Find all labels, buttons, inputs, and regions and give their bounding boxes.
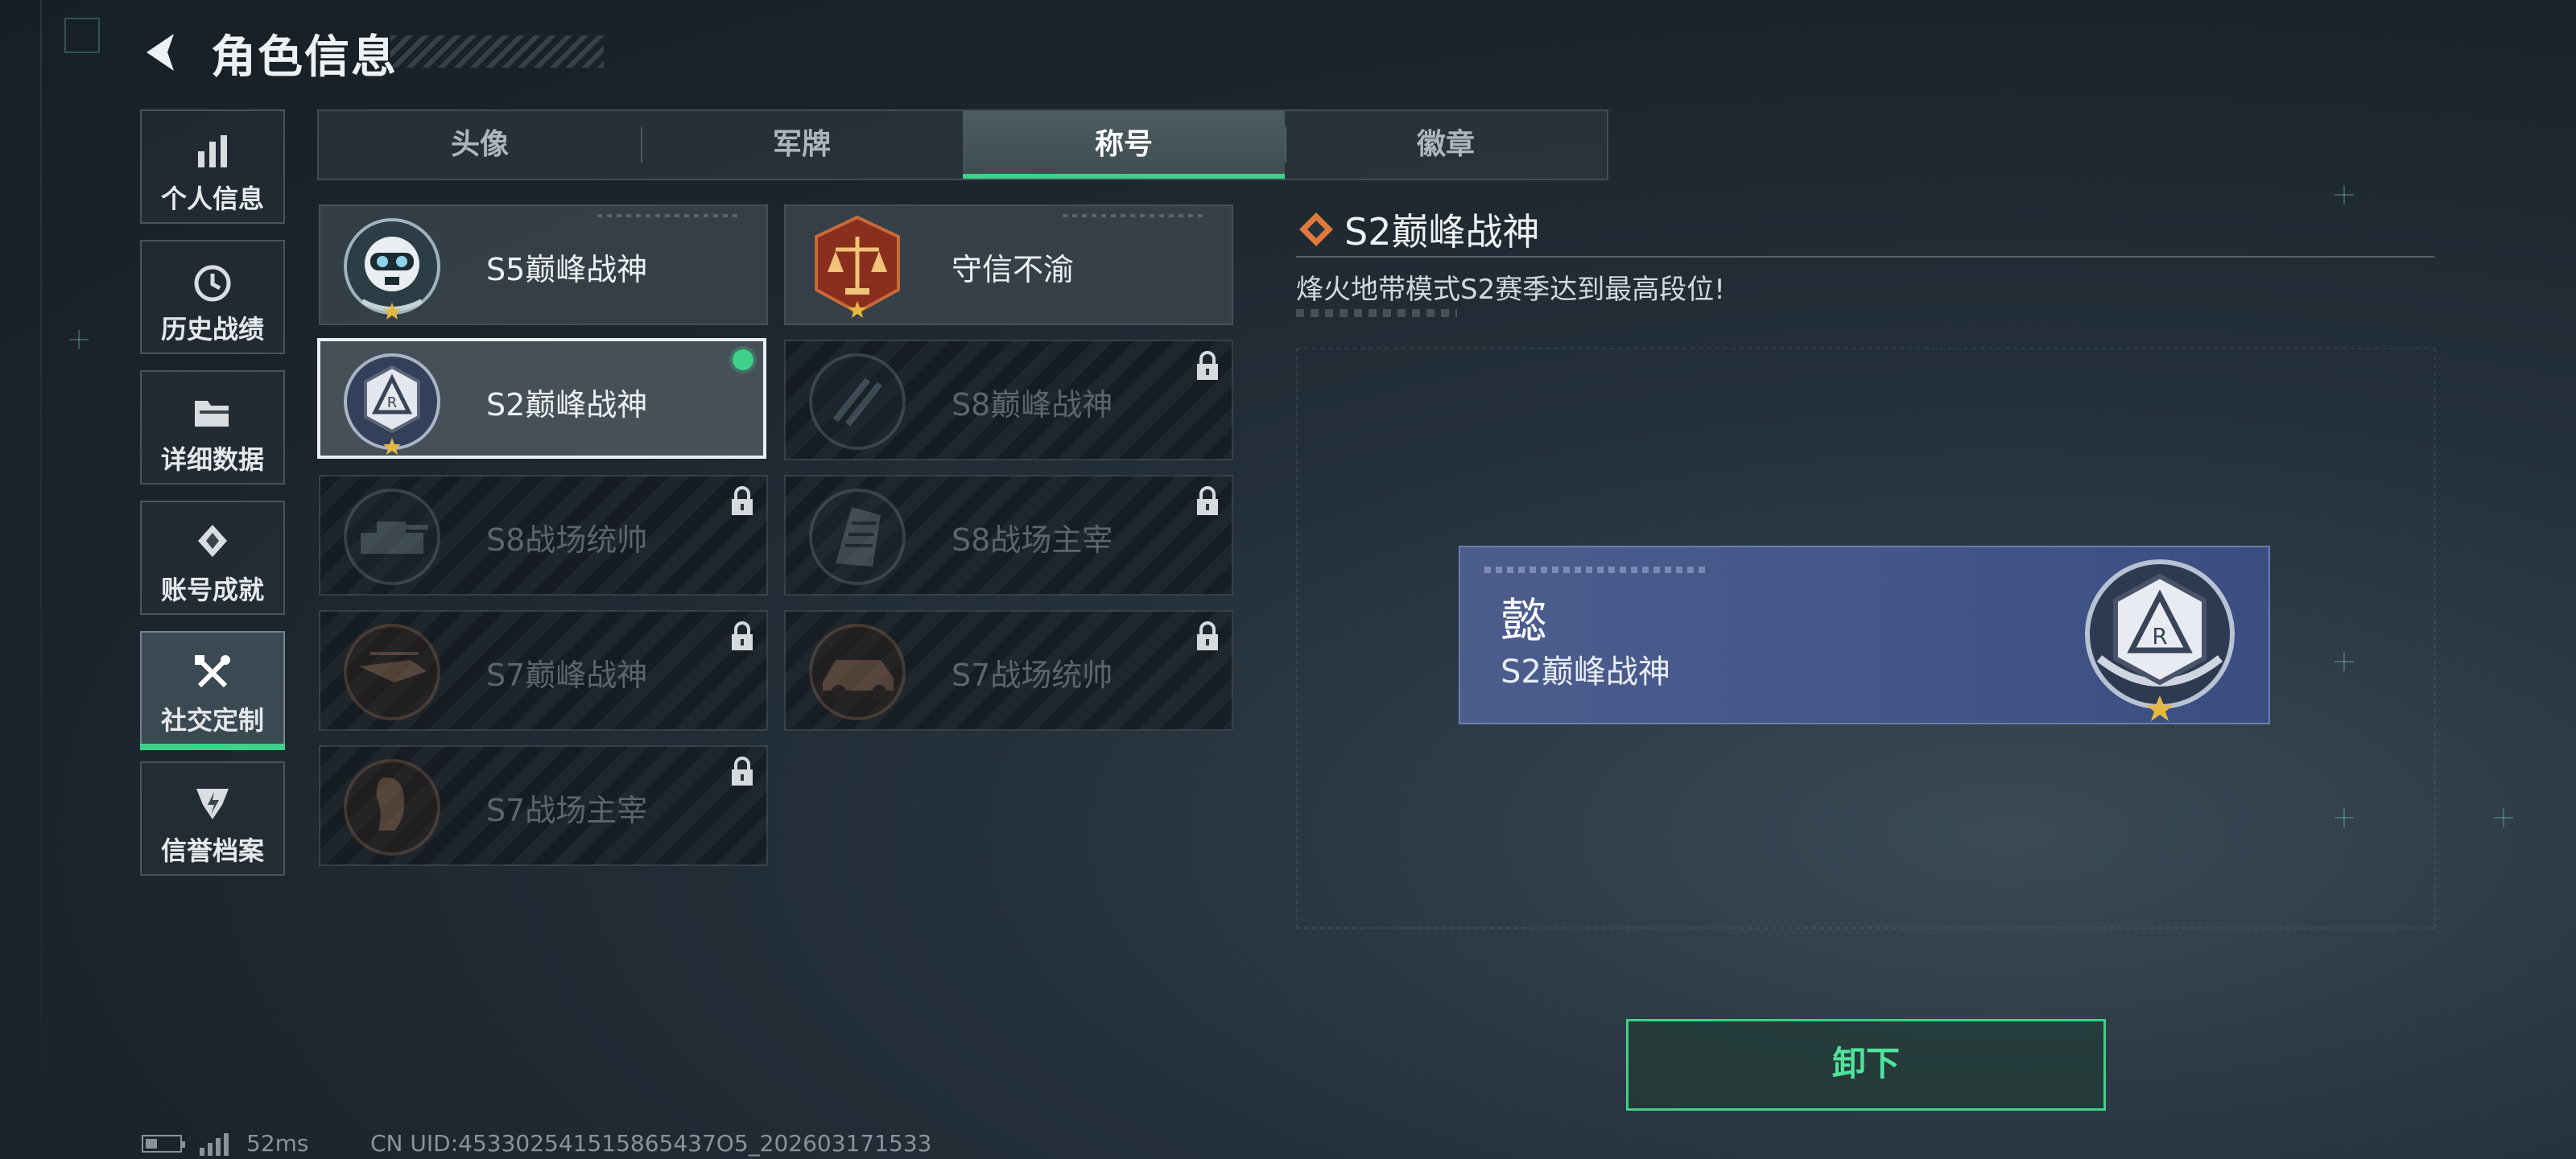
- sidebar-item-credit[interactable]: 信誉档案: [140, 761, 285, 876]
- title-card[interactable]: S5巅峰战神: [319, 204, 768, 325]
- title-decoration: [390, 35, 604, 68]
- title-name: S5巅峰战神: [486, 252, 648, 287]
- credit-shield-icon: [196, 789, 229, 819]
- tab-avatar[interactable]: 头像: [319, 111, 641, 179]
- svg-text:R: R: [2152, 623, 2167, 650]
- sidebar-item-social-custom[interactable]: 社交定制: [140, 631, 285, 750]
- equipped-indicator: [733, 349, 753, 370]
- title-card[interactable]: 守信不渝: [784, 204, 1233, 325]
- lock-icon: [732, 621, 753, 650]
- back-arrow-icon[interactable]: [138, 29, 185, 76]
- tab-dog-tag[interactable]: 军牌: [641, 111, 963, 179]
- title-card-selected[interactable]: R S2巅峰战神: [317, 338, 766, 459]
- sidebar-item-label: 社交定制: [160, 705, 264, 736]
- sidebar-item-label: 账号成就: [160, 575, 264, 605]
- detail-divider: [1296, 256, 2434, 258]
- lock-icon: [732, 757, 753, 786]
- tools-icon: [195, 655, 230, 688]
- svg-text:R: R: [387, 394, 398, 411]
- r-badge-emblem-icon: R: [2085, 559, 2235, 721]
- title-card-locked[interactable]: S7战场统帅: [784, 610, 1233, 731]
- title-card-locked[interactable]: S7战场主宰: [319, 745, 768, 866]
- slash-emblem-icon: [809, 353, 906, 450]
- category-tabs: 头像 军牌 称号 徽章: [317, 109, 1608, 180]
- active-indicator: [140, 744, 285, 750]
- statue-emblem-icon: [344, 759, 440, 856]
- title-diamond-icon: [1299, 212, 1333, 246]
- lock-icon: [1197, 621, 1218, 650]
- achievement-icon: [198, 525, 227, 557]
- folder-icon: [195, 401, 229, 427]
- tab-title[interactable]: 称号: [963, 111, 1285, 179]
- sidebar-item-label: 历史战绩: [160, 314, 264, 344]
- detail-title: S2巅峰战神: [1344, 210, 1540, 254]
- sidebar-item-personal-info[interactable]: 个人信息: [140, 109, 285, 224]
- title-name: S8巅峰战神: [952, 387, 1113, 423]
- sidebar-item-label: 信誉档案: [160, 835, 264, 866]
- preview-character: 懿: [1501, 593, 1548, 648]
- diver-skull-emblem-icon: [344, 218, 440, 320]
- bar-chart-icon: [198, 135, 227, 167]
- sidebar-item-label: 个人信息: [160, 184, 264, 214]
- sidebar-item-label: 详细数据: [160, 444, 264, 475]
- lock-icon: [1197, 351, 1218, 380]
- ping-readout: 52ms: [246, 1130, 309, 1157]
- title-card-locked[interactable]: S8巅峰战神: [784, 340, 1233, 460]
- title-name: 守信不渝: [952, 252, 1075, 287]
- title-name: S8战场统帅: [486, 522, 648, 558]
- title-name: S7巅峰战神: [486, 658, 648, 693]
- tab-badge[interactable]: 徽章: [1285, 111, 1607, 179]
- battery-icon: [142, 1135, 185, 1153]
- r-badge-emblem-icon: R: [344, 353, 440, 455]
- scales-emblem-icon: [815, 215, 900, 318]
- title-name: S2巅峰战神: [486, 387, 648, 423]
- signal-icon: [200, 1133, 229, 1156]
- lock-icon: [1197, 486, 1218, 515]
- detail-description: 烽火地带模式S2赛季达到最高段位!: [1296, 274, 1725, 306]
- detail-subtext: [1296, 309, 1457, 317]
- history-clock-icon: [194, 265, 231, 302]
- sidebar-item-detailed-data[interactable]: 详细数据: [140, 370, 285, 485]
- page-title: 角色信息: [211, 31, 398, 84]
- title-name: S7战场主宰: [486, 793, 648, 828]
- building-emblem-icon: [809, 489, 906, 585]
- preview-title: S2巅峰战神: [1501, 654, 1670, 691]
- title-name: S7战场统帅: [952, 658, 1113, 693]
- tank-emblem-icon: [344, 489, 440, 585]
- title-card-locked[interactable]: S8战场统帅: [319, 475, 768, 596]
- vehicle-emblem-icon: [809, 624, 906, 720]
- user-uid: CN UID:453302541515865437O5_202603171533: [370, 1130, 932, 1157]
- unload-button[interactable]: 卸下: [1626, 1019, 2106, 1111]
- title-name: S8战场主宰: [952, 522, 1113, 558]
- title-preview-card: 懿 S2巅峰战神 R: [1459, 546, 2270, 724]
- title-card-locked[interactable]: S7巅峰战神: [319, 610, 768, 731]
- sidebar-item-achievements[interactable]: 账号成就: [140, 501, 285, 615]
- helicopter-emblem-icon: [344, 624, 440, 720]
- title-card-locked[interactable]: S8战场主宰: [784, 475, 1233, 596]
- lock-icon: [732, 486, 753, 515]
- sidebar-item-history[interactable]: 历史战绩: [140, 240, 285, 354]
